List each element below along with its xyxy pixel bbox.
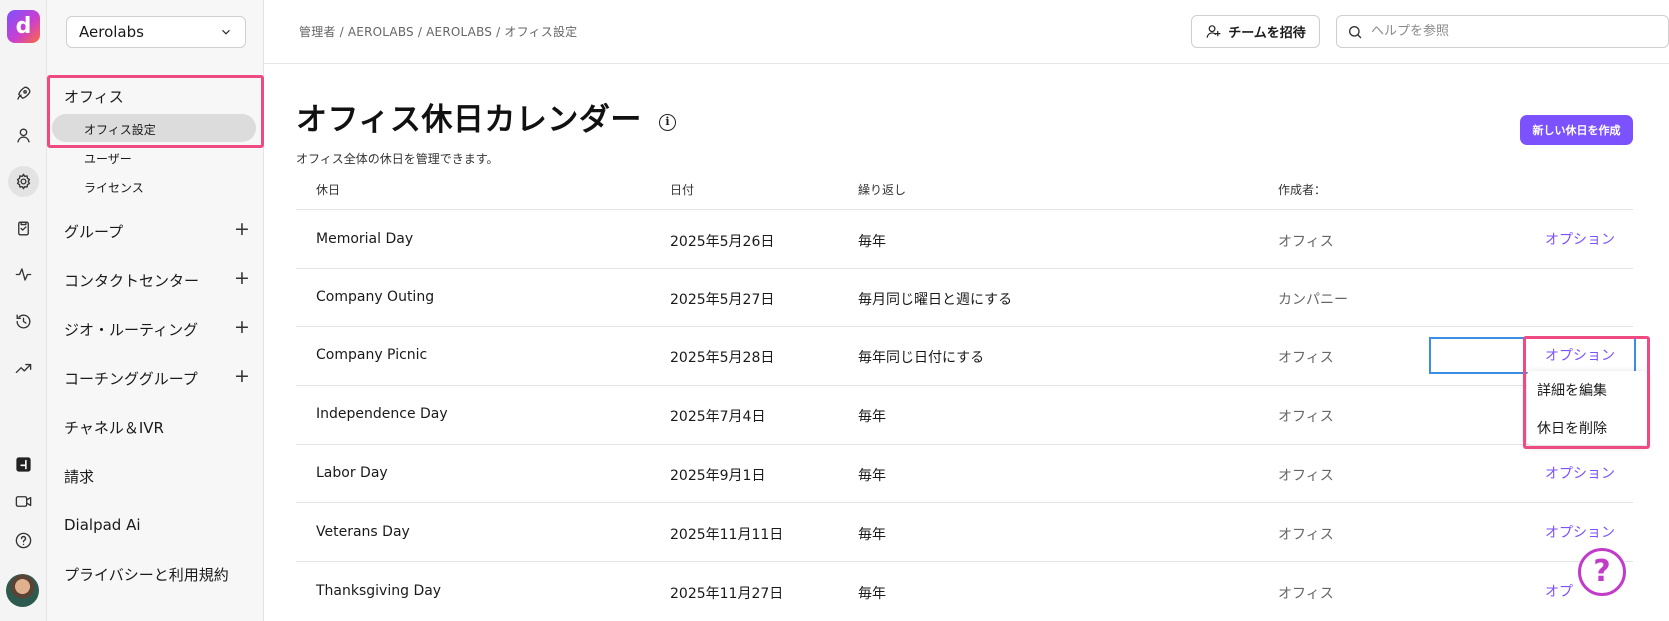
table-row-repeat: 毎年 [858, 409, 886, 425]
page-subtitle: オフィス全体の休日を管理できます。 [296, 152, 499, 166]
sidebar-item-groups[interactable]: グループ [64, 221, 123, 242]
table-row-date: 2025年5月27日 [670, 292, 775, 308]
table-row-date: 2025年9月1日 [670, 468, 766, 484]
create-holiday-button[interactable]: 新しい休日を作成 [1520, 115, 1633, 145]
table-divider [296, 502, 1633, 503]
top-bar: 管理者 / AEROLABS / AEROLABS / オフィス設定 チームを招… [264, 0, 1669, 64]
dialpad-ai-icon[interactable] [8, 449, 39, 480]
table-divider [296, 268, 1633, 269]
table-row-name: Company Outing [316, 289, 435, 305]
table-row-repeat: 毎年 [858, 468, 886, 484]
table-divider [296, 209, 1633, 210]
add-contact-center-icon[interactable]: + [234, 269, 250, 288]
options-link[interactable]: オプ [1545, 581, 1573, 601]
help-search[interactable] [1336, 15, 1669, 48]
activity-icon[interactable] [8, 259, 39, 290]
table-row-creator: カンパニー [1278, 292, 1348, 308]
icon-rail: d [0, 0, 47, 621]
table-row-repeat: 毎年 [858, 586, 886, 602]
settings-sidebar: Aerolabs オフィス オフィス設定 ユーザー ライセンス グループ + コ… [47, 0, 264, 621]
sidebar-item-dialpad-ai[interactable]: Dialpad Ai [64, 516, 141, 534]
table-row-date: 2025年7月4日 [670, 409, 766, 425]
trending-icon[interactable] [8, 353, 39, 384]
column-header-creator: 作成者： [1278, 183, 1327, 197]
org-select[interactable]: Aerolabs [66, 16, 246, 48]
column-header-repeat: 繰り返し [858, 183, 907, 197]
help-search-input[interactable] [1371, 24, 1651, 39]
table-row-name: Company Picnic [316, 347, 428, 363]
table-row-creator: オフィス [1278, 234, 1334, 250]
table-row-name: Veterans Day [316, 524, 410, 540]
table-row-repeat: 毎年 [858, 527, 886, 543]
person-icon[interactable] [8, 120, 39, 151]
options-link[interactable]: オプション [1545, 463, 1615, 483]
options-link[interactable]: オプション [1545, 229, 1615, 249]
help-fab-button[interactable]: ? [1578, 548, 1626, 596]
table-row-name: Thanksgiving Day [316, 583, 442, 599]
table-row-creator: オフィス [1278, 527, 1334, 543]
column-header-holiday: 休日 [316, 183, 341, 197]
table-divider [296, 326, 1633, 327]
sidebar-item-geo-routing[interactable]: ジオ・ルーティング [64, 319, 198, 340]
sidebar-item-privacy[interactable]: プライバシーと利用規約 [64, 564, 229, 585]
table-row-repeat: 毎年同じ日付にする [858, 350, 985, 366]
add-group-icon[interactable]: + [234, 220, 250, 239]
highlight-office-box [47, 75, 264, 148]
app: d Aerolabs オフィス オフィス設定 ユーザー ライセンス グループ +… [0, 0, 1669, 621]
info-icon[interactable]: i [659, 114, 676, 131]
video-icon[interactable] [8, 486, 39, 517]
rocket-icon[interactable] [8, 78, 39, 109]
table-row-date: 2025年11月27日 [670, 586, 784, 602]
sidebar-item-licenses[interactable]: ライセンス [84, 179, 144, 196]
breadcrumb: 管理者 / AEROLABS / AEROLABS / オフィス設定 [299, 25, 578, 39]
column-header-date: 日付 [670, 183, 695, 197]
avatar[interactable] [6, 574, 39, 607]
table-row-name: Labor Day [316, 465, 388, 481]
sidebar-item-coaching-groups[interactable]: コーチンググループ [64, 368, 198, 389]
table-row-repeat: 毎月同じ曜日と週にする [858, 292, 1013, 308]
table-row-repeat: 毎年 [858, 234, 886, 250]
sidebar-item-contact-center[interactable]: コンタクトセンター [64, 270, 199, 291]
dialpad-logo[interactable]: d [7, 10, 40, 43]
table-row-date: 2025年5月26日 [670, 234, 775, 250]
add-geo-routing-icon[interactable]: + [234, 318, 250, 337]
table-row-creator: オフィス [1278, 468, 1334, 484]
sidebar-item-billing[interactable]: 請求 [64, 466, 94, 487]
history-icon[interactable] [8, 306, 39, 337]
invite-team-button[interactable]: チームを招待 [1191, 15, 1320, 48]
table-row-name: Memorial Day [316, 231, 414, 247]
chevron-down-icon [222, 29, 230, 35]
invite-team-label: チームを招待 [1228, 26, 1306, 41]
sidebar-item-channels-ivr[interactable]: チャネル＆IVR [64, 417, 164, 438]
search-icon [1349, 25, 1362, 38]
page-title: オフィス休日カレンダー [296, 102, 642, 138]
table-row-creator: オフィス [1278, 586, 1334, 602]
table-row-date: 2025年5月28日 [670, 350, 775, 366]
add-coaching-group-icon[interactable]: + [234, 367, 250, 386]
table-divider [296, 385, 1633, 386]
highlight-options-box [1523, 336, 1650, 449]
table-row-date: 2025年11月11日 [670, 527, 784, 543]
table-row-name: Independence Day [316, 406, 448, 422]
clipboard-icon[interactable] [8, 213, 39, 244]
table-divider [296, 444, 1633, 445]
table-row-creator: オフィス [1278, 350, 1334, 366]
options-link[interactable]: オプション [1545, 522, 1615, 542]
table-divider [296, 561, 1633, 562]
sidebar-item-users[interactable]: ユーザー [84, 150, 132, 167]
person-add-icon [1206, 25, 1221, 38]
gear-icon[interactable] [8, 166, 39, 197]
table-row-creator: オフィス [1278, 409, 1334, 425]
help-circle-icon[interactable] [8, 525, 39, 556]
org-name: Aerolabs [79, 23, 144, 41]
